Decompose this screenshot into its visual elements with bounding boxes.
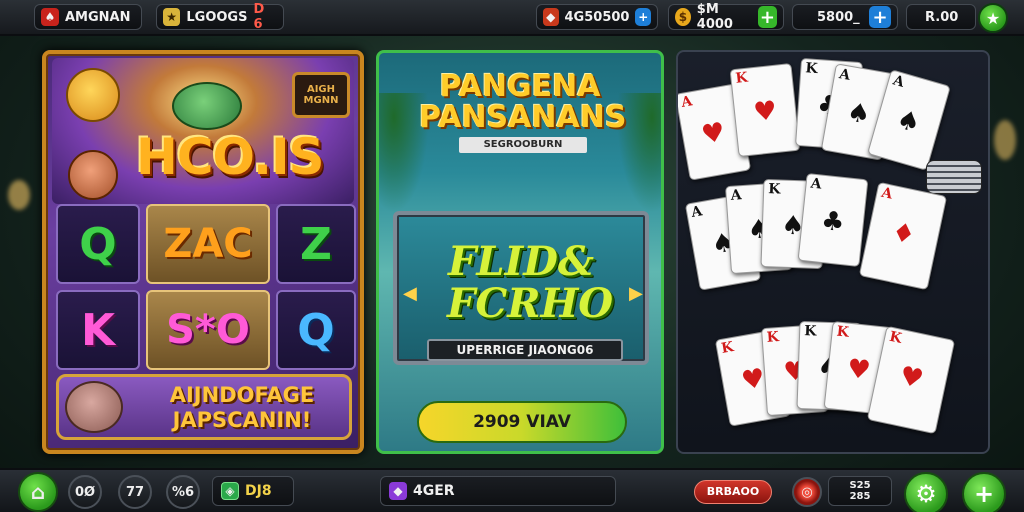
star-avatar-icon: ★ — [163, 8, 181, 26]
counter-pill: S25 285 — [828, 476, 892, 506]
reel-cell: S*O — [146, 290, 270, 370]
target-icon: ◎ — [801, 484, 813, 500]
plus-icon: + — [973, 480, 995, 508]
bear-mascot-icon — [65, 381, 123, 433]
bonus-text: AIJNDOFAGE JAPSCANIN! — [169, 383, 315, 432]
card-game-panel[interactable]: A ♥ K ♥ K ♣ A ♠ A ♠ A ♠ A ♠ K ♠ A ♣ A ♦ … — [676, 50, 990, 454]
target-button[interactable]: ◎ — [792, 477, 822, 507]
lagoon-game-panel[interactable]: PANGENA PANSANANS SEGROOBURN ◀ ▶ FLID& F… — [376, 50, 664, 454]
slot-title: HCO.IS — [136, 128, 325, 186]
dog-mascot-icon — [66, 68, 120, 122]
feature-caption: UPERRIGE JIAONG06 — [427, 339, 623, 361]
settings-button[interactable]: ⚙ — [904, 472, 948, 512]
balance-value: 5800_ — [817, 9, 860, 25]
top-bar: ♠ AMGNAN ★ LGOOGS D 6 ◆ 4G50500 + $ $M 4… — [0, 0, 1024, 36]
background-lantern-left — [8, 180, 30, 210]
counter-value: S25 285 — [849, 480, 871, 502]
account-label: AMGNAN — [65, 9, 131, 25]
gems-value: 4G50500 — [564, 9, 630, 25]
gems-pill: ◆ 4G50500 + — [536, 4, 658, 30]
home-button[interactable]: ⌂ — [18, 472, 58, 512]
search-text: 4GER — [413, 483, 455, 499]
star-icon: ★ — [985, 8, 1001, 28]
reel-cell: Z — [276, 204, 356, 284]
level-pill[interactable]: ★ LGOOGS D 6 — [156, 2, 284, 32]
chip-stack-icon — [926, 160, 982, 194]
shield-pill[interactable]: ◈ DJ8 — [212, 476, 294, 506]
balance-plus-button[interactable]: + — [869, 6, 891, 28]
bottom-bar: ⌂ 0Ø 77 %6 ◈ DJ8 ◆ 4GER BRBAOO ◎ S25 285… — [0, 468, 1024, 512]
score-pill: R.00 — [906, 4, 976, 30]
gem-icon: ◆ — [543, 8, 559, 26]
reel-symbol: Q — [79, 218, 117, 270]
coin-icon: $ — [675, 8, 691, 26]
level-value: D 6 — [253, 2, 265, 32]
lagoon-subtitle: SEGROOBURN — [459, 137, 587, 153]
frog-mascot-icon — [172, 82, 242, 130]
coins-plus-button[interactable]: + — [757, 6, 778, 28]
slot-hero-art: HCO.IS AIGH MGNN — [52, 58, 354, 204]
bonus-banner[interactable]: AIJNDOFAGE JAPSCANIN! — [56, 374, 352, 440]
menu-button-3[interactable]: %6 — [166, 475, 200, 509]
slot-reels: Q ZAC Z K S*O Q — [52, 204, 356, 372]
slot-sign: AIGH MGNN — [292, 72, 350, 118]
background-lantern-right — [994, 120, 1016, 160]
reel-symbol: Z — [300, 218, 332, 270]
gems-plus-button[interactable]: + — [635, 8, 651, 26]
offer-badge[interactable]: BRBAOO — [694, 480, 772, 504]
reel-cell: Q — [276, 290, 356, 370]
purple-gem-icon: ◆ — [389, 482, 407, 500]
shield-value: DJ8 — [245, 483, 272, 499]
gear-icon: ⚙ — [915, 480, 937, 508]
slot-game-panel[interactable]: HCO.IS AIGH MGNN Q ZAC Z K S*O Q AIJNDOF… — [42, 50, 364, 454]
reel-symbol: Q — [297, 304, 335, 356]
playing-card: A ♣ — [797, 173, 869, 267]
search-field[interactable]: ◆ 4GER — [380, 476, 616, 506]
home-icon: ⌂ — [30, 480, 46, 504]
feature-title: FLID& FCRHO — [447, 238, 614, 327]
reel-symbol: K — [80, 304, 116, 356]
reel-symbol: ZAC — [163, 221, 253, 267]
playing-card: K ♥ — [729, 63, 801, 157]
account-pill[interactable]: ♠ AMGNAN — [34, 4, 142, 30]
playing-card: A ♦ — [858, 181, 948, 291]
reel-cell: ZAC — [146, 204, 270, 284]
fox-mascot-icon — [68, 150, 118, 200]
shield-icon: ◈ — [221, 482, 239, 500]
reel-symbol: S*O — [166, 307, 250, 353]
feature-frame: ◀ ▶ FLID& FCRHO UPERRIGE JIAONG06 — [393, 211, 649, 365]
reel-cell: Q — [56, 204, 140, 284]
coins-value: $M 4000 — [696, 2, 733, 32]
star-button[interactable]: ★ — [978, 3, 1008, 33]
card-icon: ♠ — [41, 8, 59, 26]
lagoon-title: PANGENA PANSANANS — [419, 69, 627, 135]
play-button[interactable]: 2909 VIAV — [417, 401, 627, 443]
score-value: R.00 — [925, 9, 959, 25]
reel-cell: K — [56, 290, 140, 370]
add-button[interactable]: + — [962, 472, 1006, 512]
menu-button-1[interactable]: 0Ø — [68, 475, 102, 509]
menu-button-2[interactable]: 77 — [118, 475, 152, 509]
coins-pill: $ $M 4000 + — [668, 2, 784, 32]
balance-pill: 5800_ + — [792, 4, 898, 30]
level-label: LGOOGS — [186, 9, 248, 25]
